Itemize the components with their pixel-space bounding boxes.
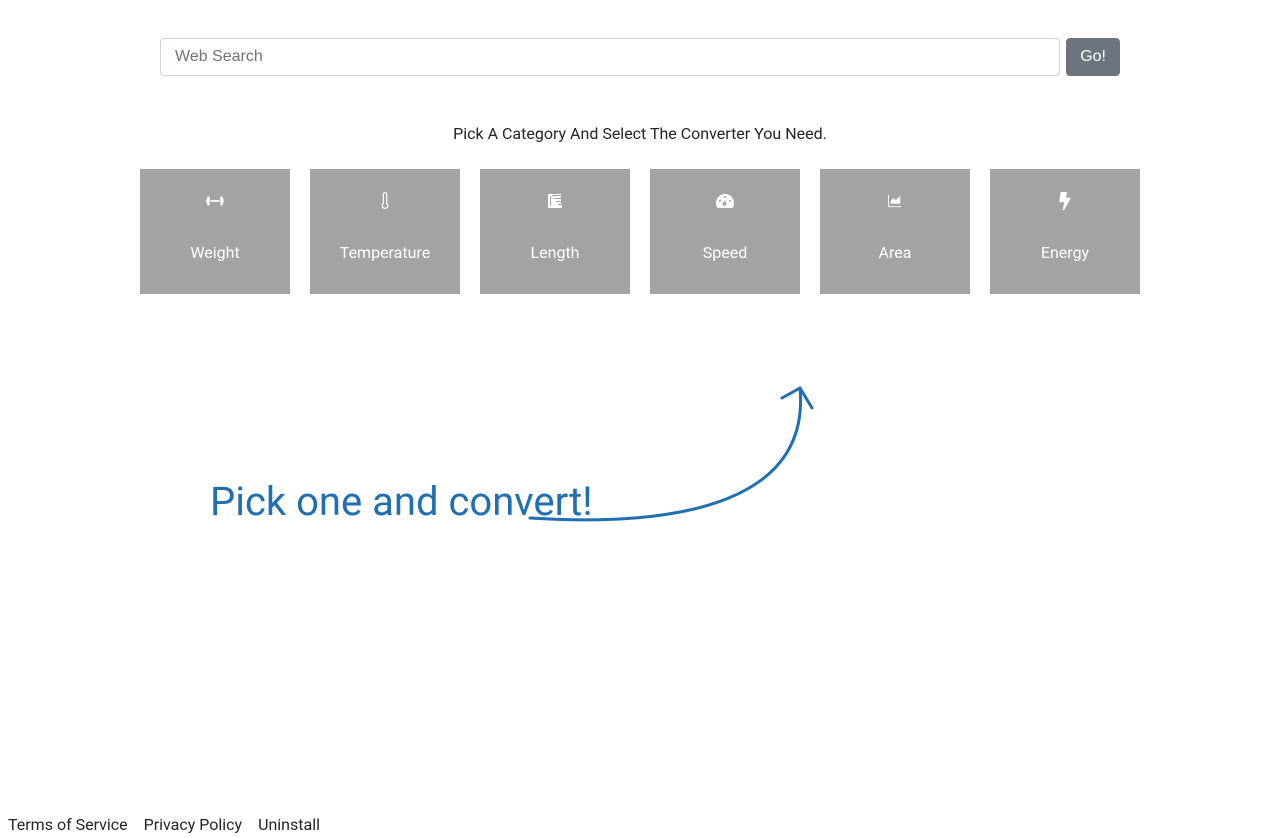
search-go-button[interactable]: Go! (1066, 38, 1120, 76)
ruler-icon (547, 191, 563, 211)
search-input[interactable] (160, 38, 1060, 76)
hint-text: Pick one and convert! (210, 478, 593, 525)
category-label: Energy (1041, 243, 1089, 262)
thermometer-icon (380, 191, 390, 211)
instruction-text: Pick A Category And Select The Converter… (0, 124, 1280, 143)
tachometer-icon (716, 191, 734, 211)
category-length[interactable]: Length (480, 169, 630, 294)
category-grid: Weight Temperature Length Speed Area Ene… (0, 169, 1280, 294)
category-label: Weight (190, 243, 239, 262)
category-label: Area (879, 243, 912, 262)
category-label: Length (531, 243, 580, 262)
category-weight[interactable]: Weight (140, 169, 290, 294)
dumbbell-icon (204, 191, 226, 211)
category-speed[interactable]: Speed (650, 169, 800, 294)
uninstall-link[interactable]: Uninstall (258, 815, 320, 834)
footer-links: Terms of Service Privacy Policy Uninstal… (0, 811, 340, 838)
privacy-link[interactable]: Privacy Policy (144, 815, 243, 834)
search-bar: Go! (160, 38, 1120, 76)
category-temperature[interactable]: Temperature (310, 169, 460, 294)
terms-link[interactable]: Terms of Service (8, 815, 128, 834)
bolt-icon (1059, 191, 1071, 211)
hint-annotation: Pick one and convert! (210, 358, 860, 558)
category-area[interactable]: Area (820, 169, 970, 294)
category-label: Speed (703, 243, 747, 262)
category-energy[interactable]: Energy (990, 169, 1140, 294)
category-label: Temperature (340, 243, 430, 262)
chart-area-icon (886, 191, 904, 211)
